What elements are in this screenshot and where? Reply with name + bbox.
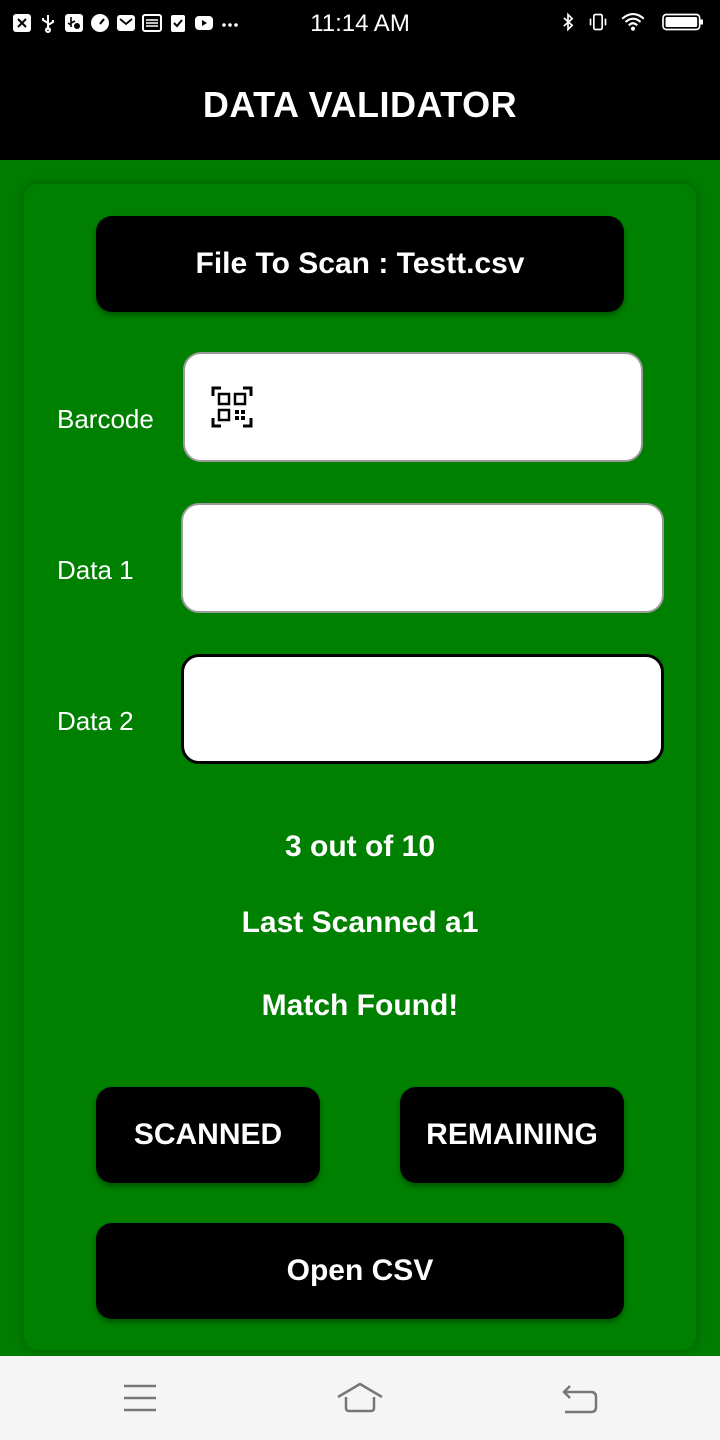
menu-icon[interactable]: [115, 1380, 165, 1416]
data1-input[interactable]: [181, 503, 664, 613]
app-title: DATA VALIDATOR: [202, 84, 518, 125]
vibrate-icon: [588, 11, 608, 33]
progress-text: 3 out of 10: [284, 830, 435, 863]
status-bar: 11:14 AM: [0, 0, 720, 50]
system-icons: [558, 11, 708, 33]
barcode-input[interactable]: [183, 352, 643, 462]
navigation-bar: [0, 1356, 720, 1440]
app-bar: DATA VALIDATOR: [0, 50, 720, 160]
data2-label: Data 2: [57, 706, 134, 736]
back-icon[interactable]: [555, 1380, 605, 1416]
last-scanned-text: Last Scanned a1: [241, 906, 479, 939]
remaining-button[interactable]: REMAINING: [400, 1087, 624, 1183]
battery-icon: [658, 11, 708, 33]
data1-label: Data 1: [57, 555, 134, 585]
wifi-icon: [618, 11, 648, 33]
bluetooth-icon: [558, 11, 578, 33]
data2-input[interactable]: [181, 654, 664, 764]
file-to-scan-button[interactable]: File To Scan : Testt.csv: [96, 216, 624, 312]
barcode-label: Barcode: [57, 404, 154, 434]
qr-code-icon[interactable]: [211, 386, 253, 428]
match-status-text: Match Found!: [261, 989, 459, 1022]
open-csv-button[interactable]: Open CSV: [96, 1223, 624, 1319]
scanned-button[interactable]: SCANNED: [96, 1087, 320, 1183]
home-icon[interactable]: [335, 1380, 385, 1416]
main-card: File To Scan : Testt.csv Barcode Data 1 …: [24, 184, 696, 1350]
